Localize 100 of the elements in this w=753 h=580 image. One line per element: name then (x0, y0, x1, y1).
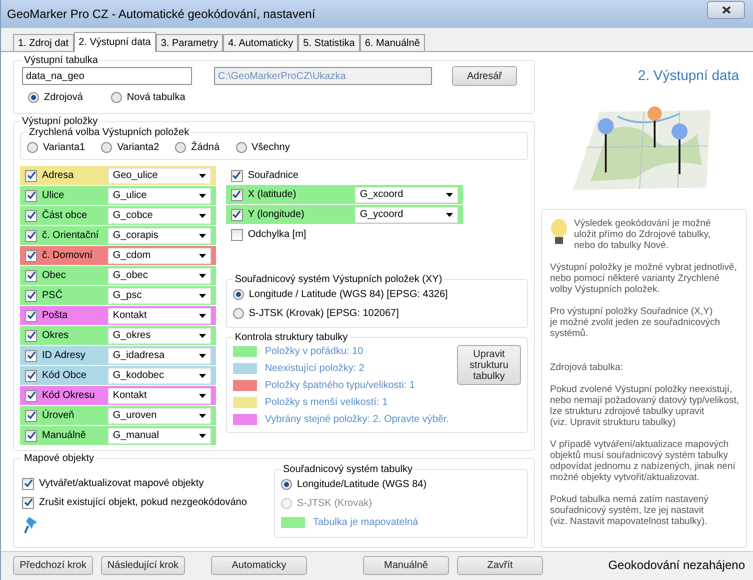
checkbox[interactable] (25, 390, 37, 402)
checkbox[interactable] (25, 290, 37, 302)
group-title: Mapové objekty (23, 453, 96, 464)
footer-button[interactable]: Následující krok (101, 556, 185, 574)
tab[interactable]: 2. Výstupní data (74, 32, 156, 52)
field-dropdown[interactable]: G_uroven (108, 408, 211, 424)
field-dropdown[interactable]: G_psc (108, 288, 211, 304)
tab[interactable]: 1. Zdroj dat (13, 34, 74, 51)
field-label: ID Adresy (42, 350, 86, 361)
field-dropdown[interactable]: G_idadresa (108, 348, 211, 364)
group-title: Výstupní položky (21, 116, 99, 127)
caret-icon (198, 274, 206, 278)
info-text: Pokud zvolené Výstupní položky neexistují, nebo nemají požadovaný datový typ/velikost, lze strukturu zdrojové tabulky upravit (viz. Upravit strukturu tabulky) (550, 384, 740, 428)
checkbox[interactable] (230, 170, 243, 182)
checkbox[interactable] (25, 310, 37, 322)
option-label: Odchylka [m] (248, 229, 306, 240)
field-label: Kód Obce (42, 370, 88, 381)
caret-icon (198, 294, 206, 298)
option-label: Nová tabulka (126, 92, 186, 103)
checkbox[interactable] (25, 210, 37, 222)
close-icon (722, 6, 730, 14)
field-dropdown[interactable]: G_corapis (108, 228, 211, 244)
radio-button[interactable] (175, 142, 186, 153)
field-dropdown[interactable]: G_obec (108, 268, 211, 284)
field-label: X (latitude) (248, 189, 298, 200)
close-button[interactable] (707, 1, 745, 19)
table-name-field[interactable]: data_na_geo (22, 67, 192, 85)
checkbox[interactable] (25, 270, 37, 282)
option-label: Vytvářet/aktualizovat mapové objekty (39, 478, 204, 489)
caret-icon (446, 212, 453, 216)
info-text: Výsledek geokódování je možné uložit přímo do Zdrojové tabulky, nebo do tabulky Nové. (574, 218, 711, 251)
checkbox[interactable] (25, 330, 37, 342)
tab[interactable]: 5. Statistika (298, 34, 360, 51)
caret-icon (198, 414, 206, 418)
tab[interactable]: 6. Manuálně (360, 34, 425, 51)
field-label: Manuálně (42, 430, 87, 441)
info-text: Pro výstupní položky Souřadnice (X,Y) je možné zvolit jeden ze souřadnicových systémů. (550, 306, 720, 339)
status-label: Tabulka je mapovatelná (313, 516, 418, 528)
field-dropdown[interactable]: G_ulice (108, 188, 211, 204)
field-dropdown[interactable]: G_ycoord (354, 206, 458, 222)
group-title: Zrychlená volba Výstupních položek (28, 127, 190, 138)
radio-button[interactable] (28, 92, 39, 103)
checkbox[interactable] (230, 188, 243, 200)
field-label: PSČ (42, 290, 64, 301)
legend-label: Položky špatného typu/velikosti: 1 (264, 380, 415, 391)
option-label: Všechny (252, 142, 290, 153)
field-dropdown[interactable]: Geo_ulice (108, 168, 211, 184)
checkbox[interactable] (22, 478, 34, 490)
radio-button[interactable] (27, 142, 38, 153)
legend-label: Neexistující položky: 2 (264, 363, 364, 374)
checkbox[interactable] (25, 190, 37, 202)
field-dropdown[interactable]: G_kodobec (108, 368, 211, 384)
tab[interactable]: 3. Parametry (156, 34, 224, 51)
option-label: Zdrojová (44, 92, 83, 103)
caret-icon (198, 254, 206, 258)
radio-button[interactable] (232, 289, 244, 300)
legend-label: Položky v pořádku: 10 (264, 346, 364, 357)
checkbox[interactable] (22, 496, 34, 508)
tab[interactable]: 4. Automaticky (223, 34, 298, 51)
field-label: Obec (42, 270, 67, 281)
footer-button[interactable]: Zavřít (457, 556, 543, 574)
option-label: Varianta1 (43, 142, 86, 153)
caret-icon (198, 394, 206, 398)
field-dropdown[interactable]: G_xcoord (354, 186, 458, 202)
field-dropdown[interactable]: G_cobce (108, 208, 211, 224)
lightbulb-icon (550, 218, 568, 246)
browse-button[interactable]: Adresář (452, 66, 518, 86)
radio-button[interactable] (236, 142, 247, 153)
info-text: Zdrojová tabulka: (550, 362, 623, 373)
checkbox[interactable] (25, 430, 37, 442)
field-dropdown[interactable]: Kontakt (108, 308, 211, 324)
field-dropdown[interactable]: G_okres (108, 328, 211, 344)
edit-structure-button[interactable]: Upravit strukturu tabulky (457, 345, 521, 385)
group-title: Souřadnicový systém Výstupních položek (XY) (234, 274, 444, 285)
radio-button[interactable] (110, 92, 122, 103)
field-label: Úroveň (42, 410, 76, 421)
checkbox[interactable] (230, 228, 243, 240)
checkbox[interactable] (25, 370, 37, 382)
legend-label: Položky s menší velikostí: 1 (264, 397, 388, 408)
footer-button[interactable]: Manuálně (363, 556, 449, 574)
checkbox[interactable] (25, 410, 37, 422)
footer-button[interactable]: Automaticky (211, 556, 307, 574)
radio-button[interactable] (232, 308, 244, 319)
footer-button[interactable]: Předchozí krok (13, 556, 93, 574)
option-label: S-JTSK (Krovak) [EPSG: 102067] (248, 308, 399, 319)
field-label: č. Orientační (42, 230, 100, 241)
field-label: Y (longitude) (248, 209, 306, 220)
field-dropdown[interactable]: Kontakt (108, 388, 211, 404)
checkbox[interactable] (230, 208, 243, 220)
radio-button[interactable] (101, 142, 112, 153)
option-label: Longitude / Latitude (WGS 84) [EPSG: 4326] (248, 289, 448, 300)
field-dropdown[interactable]: G_cdom (108, 248, 211, 264)
checkbox[interactable] (25, 230, 37, 242)
caret-icon (198, 194, 206, 198)
field-dropdown[interactable]: G_manual (108, 428, 211, 444)
checkbox[interactable] (25, 250, 37, 262)
checkbox[interactable] (25, 350, 37, 362)
radio-button[interactable] (281, 479, 292, 490)
checkbox[interactable] (25, 170, 37, 182)
info-text: V případě vytváření/aktualizace mapových objektů musí souřadnicový systém tabulky odpovídat jednomu z nabízených, jinak není možné objekty vytvořit/aktualizovat. (550, 439, 736, 483)
